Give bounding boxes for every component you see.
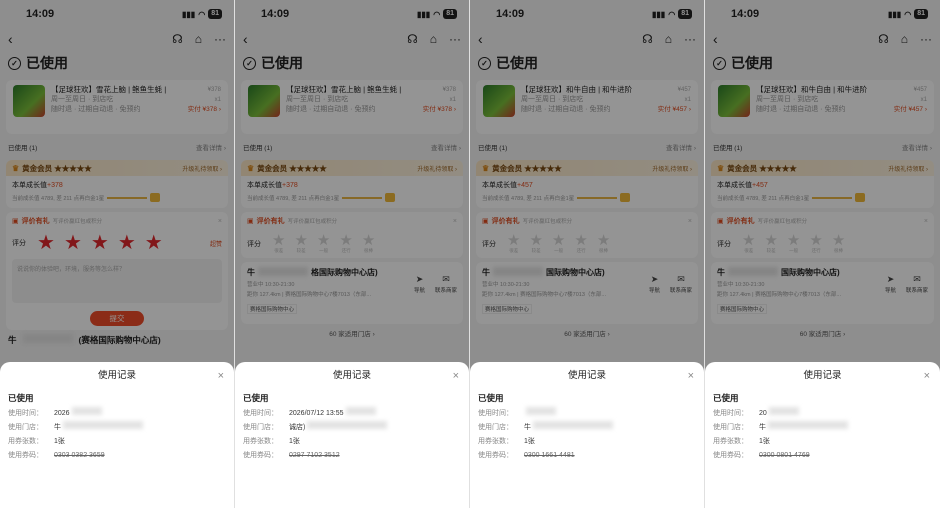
phone-screen: 14:09 ▮▮▮ ◠ 81 ‹ ☊ ⌂ ··· ✓ 已使用 【足球狂欢】雪花上脑 … — [0, 0, 235, 508]
usage-store-row: 使用门店：牛 — [713, 421, 932, 435]
sheet-title: 使用记录 — [97, 370, 136, 381]
usage-time-row: 使用时间： — [478, 407, 696, 421]
phone-screen: 14:09 ▮▮▮ ◠ 81 ‹ ☊ ⌂ ··· ✓ 已使用 【足球狂欢】和牛自由 … — [470, 0, 705, 508]
sheet-state: 已使用 — [8, 393, 34, 403]
usage-time-row: 使用时间： 2026 — [8, 407, 226, 421]
usage-record-sheet: 使用记录 × 已使用 使用时间： 2026 使用门店：牛 用券张数： 1张 使用券码：… — [0, 362, 234, 508]
close-icon[interactable]: × — [218, 368, 224, 384]
close-icon[interactable]: × — [453, 368, 459, 384]
close-icon[interactable]: × — [924, 368, 930, 384]
sheet-title: 使用记录 — [332, 370, 371, 381]
sheet-state: 已使用 — [243, 393, 269, 403]
usage-code-row: 使用券码： 0303 0382 3659 — [8, 452, 105, 459]
sheet-title: 使用记录 — [567, 370, 606, 381]
sheet-title: 使用记录 — [803, 370, 842, 381]
close-icon[interactable]: × — [688, 368, 694, 384]
usage-code-row: 使用券码： 0300 1661 4481 — [478, 452, 575, 459]
usage-store-row: 使用门店：牛 — [8, 421, 226, 435]
usage-code-row: 使用券码： 0300 0801 4769 — [713, 452, 810, 459]
phone-screen: 14:09 ▮▮▮ ◠ 81 ‹ ☊ ⌂ ··· ✓ 已使用 【足球狂欢】雪花上脑 … — [235, 0, 470, 508]
usage-record-sheet: 使用记录 × 已使用 使用时间： 使用门店：牛 用券张数： 1张 使用券码： 0300… — [470, 362, 704, 508]
usage-store-row: 使用门店：牛 — [478, 421, 696, 435]
usage-count-row: 用券张数： 1张 — [8, 438, 65, 445]
usage-record-sheet: 使用记录 × 已使用 使用时间： 2026/07/12 13:55 使用门店： 诚店)… — [235, 362, 469, 508]
usage-code-row: 使用券码： 0297 7102 3512 — [243, 452, 340, 459]
usage-count-row: 用券张数： 1张 — [713, 438, 770, 445]
phone-screen: 14:09 ▮▮▮ ◠ 81 ‹ ☊ ⌂ ··· ✓ 已使用 【足球狂欢】和牛自由 … — [705, 0, 940, 508]
sheet-state: 已使用 — [713, 393, 739, 403]
screenshot-row: 14:09 ▮▮▮ ◠ 81 ‹ ☊ ⌂ ··· ✓ 已使用 【足球狂欢】雪花上脑 … — [0, 0, 940, 508]
usage-time-row: 使用时间： 20 — [713, 407, 932, 421]
usage-record-sheet: 使用记录 × 已使用 使用时间： 20 使用门店：牛 用券张数： 1张 使用券码： 03… — [705, 362, 940, 508]
usage-count-row: 用券张数： 1张 — [243, 438, 300, 445]
sheet-state: 已使用 — [478, 393, 504, 403]
usage-store-row: 使用门店： 诚店) — [243, 421, 461, 435]
usage-time-row: 使用时间： 2026/07/12 13:55 — [243, 407, 461, 421]
usage-count-row: 用券张数： 1张 — [478, 438, 535, 445]
